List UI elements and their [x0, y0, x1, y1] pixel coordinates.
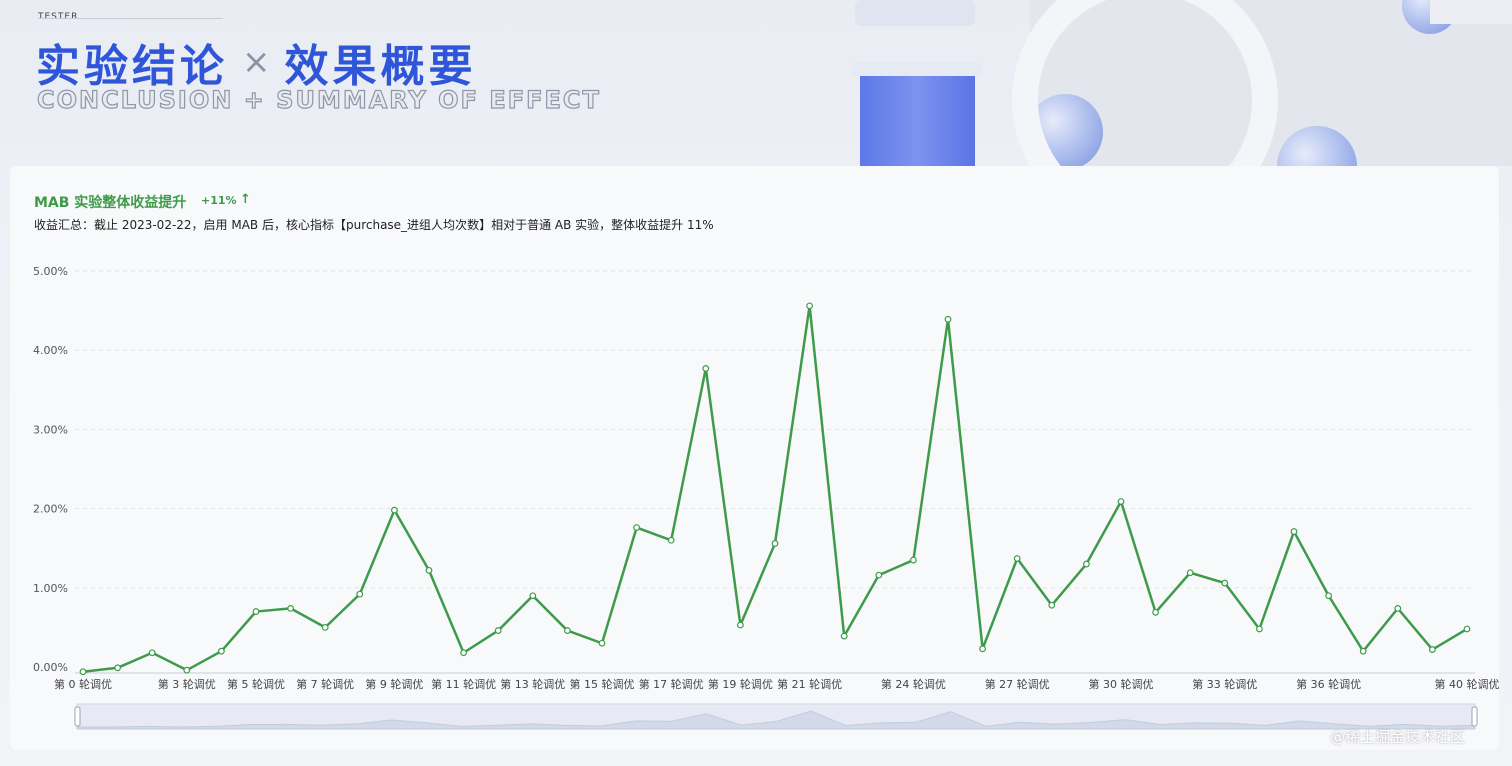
x-tick-label: 第 11 轮调优: [431, 677, 496, 691]
data-point: [1290, 528, 1298, 535]
x-tick-label: 第 13 轮调优: [500, 677, 565, 691]
y-tick-label: 0.00%: [33, 661, 68, 674]
x-tick-label: 第 30 轮调优: [1089, 677, 1154, 691]
data-point: [1048, 601, 1056, 609]
x-tick-label: 第 27 轮调优: [985, 677, 1050, 691]
data-point: [910, 556, 917, 564]
line-chart: 0.00% 1.00% 2.00% 3.00% 4.00% 5.00% 第 0 轮调优 第 3…: [33, 265, 1500, 730]
data-point: [252, 608, 260, 615]
data-point: [598, 639, 606, 647]
data-point: [1221, 579, 1229, 587]
data-point: [1013, 555, 1021, 562]
data-point: [737, 621, 744, 629]
x-tick-label: 第 40 轮调优: [1435, 677, 1500, 691]
x-tick-label: 第 0 轮调优: [54, 677, 112, 691]
data-point: [460, 649, 468, 657]
data-point: [771, 540, 779, 547]
data-point: [1359, 647, 1367, 655]
data-point: [1082, 560, 1090, 568]
data-point: [217, 647, 225, 655]
data-point: [494, 627, 502, 634]
data-point: [114, 664, 121, 672]
data-point: [1463, 625, 1471, 633]
data-point: [667, 536, 675, 544]
data-point: [529, 592, 537, 600]
y-tick-label: 1.00%: [33, 582, 68, 595]
data-point: [391, 506, 398, 514]
data-point: [944, 315, 952, 323]
data-point: [633, 524, 640, 532]
x-tick-label: 第 5 轮调优: [227, 677, 285, 691]
x-tick-label: 第 24 轮调优: [881, 677, 946, 691]
data-point: [321, 624, 329, 631]
data-point: [79, 668, 87, 676]
data-point: [148, 649, 156, 657]
zoom-handle-left[interactable]: [74, 706, 81, 727]
y-tick-label: 2.00%: [33, 503, 68, 516]
data-point: [1255, 625, 1263, 633]
data-point: [183, 666, 191, 674]
x-tick-label: 第 33 轮调优: [1192, 677, 1257, 691]
data-point: [564, 627, 571, 634]
data-point: [1152, 608, 1159, 616]
x-tick-label: 第 3 轮调优: [158, 677, 216, 691]
data-point: [1325, 592, 1332, 600]
data-point: [806, 302, 813, 310]
data-point: [1394, 604, 1402, 612]
data-point: [875, 571, 883, 579]
x-tick-label: 第 19 轮调优: [708, 677, 773, 691]
data-point: [287, 604, 295, 612]
data-point: [1186, 569, 1194, 577]
watermark: @稀土掘金技术社区: [1330, 728, 1466, 746]
x-tick-label: 第 21 轮调优: [777, 677, 842, 691]
data-point: [1117, 498, 1125, 505]
data-point: [702, 365, 710, 372]
data-point: [979, 645, 986, 653]
x-tick-label: 第 17 轮调优: [639, 677, 704, 691]
x-tick-label: 第 7 轮调优: [296, 677, 354, 691]
data-point: [840, 632, 848, 640]
y-tick-label: 5.00%: [33, 265, 68, 278]
data-point: [1428, 646, 1436, 653]
zoom-handle-right[interactable]: [1471, 706, 1478, 727]
data-point: [425, 566, 433, 574]
data-point: [356, 590, 364, 598]
series-line: [82, 304, 1468, 673]
y-tick-label: 4.00%: [33, 344, 68, 357]
x-tick-label: 第 36 轮调优: [1296, 677, 1361, 691]
x-tick-label: 第 15 轮调优: [570, 677, 635, 691]
y-tick-label: 3.00%: [33, 423, 68, 436]
x-tick-label: 第 9 轮调优: [365, 677, 423, 691]
